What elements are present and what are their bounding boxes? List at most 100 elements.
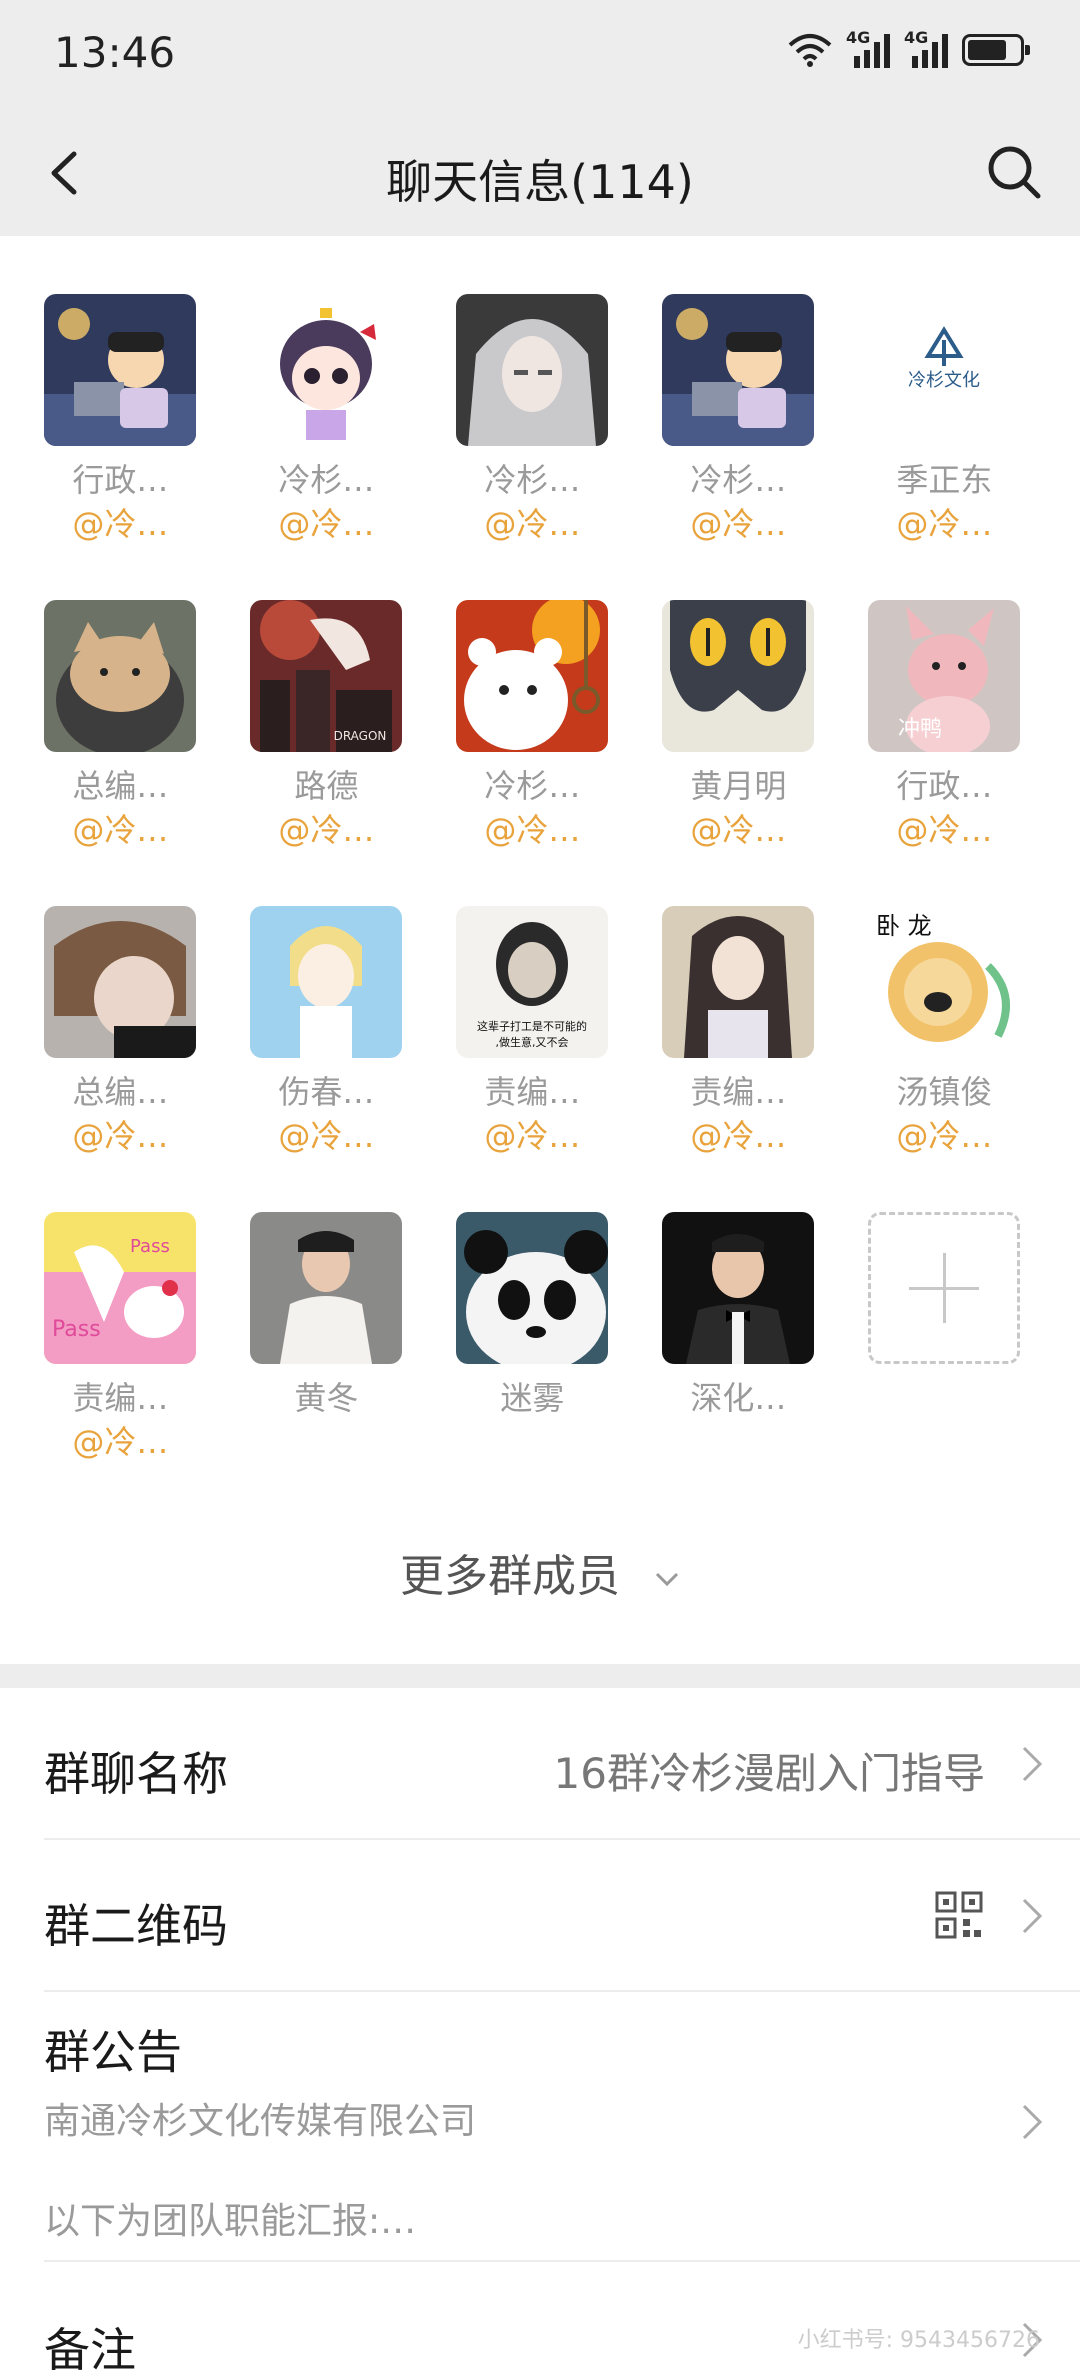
nav-bar: 聊天信息(114) <box>0 110 1080 236</box>
member-name: 深化… <box>690 1378 787 1417</box>
cellular-signal-icon-2: 4G <box>904 28 948 68</box>
member-avatar <box>662 905 815 1058</box>
member-name: 汤镇俊 <box>896 1072 993 1111</box>
section-separator <box>0 1664 1080 1688</box>
member-avatar <box>456 1211 609 1364</box>
member-avatar: 这辈子打工是不可能的 ,做生意,又不会 <box>456 905 609 1058</box>
member-role: @冷… <box>690 1116 787 1155</box>
member-item[interactable]: DRAGON 路德 @冷… <box>226 599 426 850</box>
member-role: @冷… <box>484 1116 581 1155</box>
member-avatar <box>456 599 609 752</box>
remark-row[interactable]: 备注 <box>0 2262 1080 2377</box>
member-avatar <box>250 293 403 446</box>
member-role: @冷… <box>278 504 375 543</box>
group-qr-row[interactable]: 群二维码 <box>0 1840 1080 1990</box>
member-name: 行政… <box>896 766 993 805</box>
member-item[interactable]: 责编… @冷… <box>638 905 838 1156</box>
member-role: @冷… <box>72 810 169 849</box>
member-role: @冷… <box>278 810 375 849</box>
page-title: 聊天信息(114) <box>386 155 694 209</box>
add-member-button[interactable] <box>844 1211 1044 1364</box>
member-avatar <box>250 905 403 1058</box>
member-name: 冷杉… <box>278 460 375 499</box>
member-name: 季正东 <box>896 460 993 499</box>
member-role: @冷… <box>72 1422 169 1461</box>
member-role: @冷… <box>484 504 581 543</box>
status-bar: 13:46 4G 4G <box>0 0 1080 110</box>
member-name: 冷杉… <box>484 460 581 499</box>
member-role: @冷… <box>278 1116 375 1155</box>
member-role: @冷… <box>484 810 581 849</box>
member-item[interactable]: 冷杉… @冷… <box>432 293 632 544</box>
member-item[interactable]: 伤春… @冷… <box>226 905 426 1156</box>
member-name: 黄月明 <box>690 766 787 805</box>
member-avatar <box>44 293 197 446</box>
group-name-row[interactable]: 群聊名称 16群冷杉漫剧入门指导 <box>0 1688 1080 1838</box>
member-avatar <box>662 1211 815 1364</box>
member-role: @冷… <box>72 1116 169 1155</box>
member-name: 总编… <box>72 1072 169 1111</box>
member-item[interactable]: 黄冬 <box>226 1211 426 1418</box>
group-notice-row[interactable]: 群公告 南通冷杉文化传媒有限公司 以下为团队职能汇报:… <box>0 1992 1080 2260</box>
member-name: 冷杉… <box>690 460 787 499</box>
svg-text:这辈子打工是不可能的: 这辈子打工是不可能的 <box>477 1019 587 1033</box>
chevron-right-icon <box>1022 1898 1043 1934</box>
member-role: @冷… <box>690 504 787 543</box>
watermark: 小红书号: 9543456726 <box>797 2328 1040 2353</box>
member-name: 冷杉… <box>484 766 581 805</box>
more-members-button[interactable]: 更多群成员 <box>0 1540 1080 1604</box>
member-item[interactable]: 冲鸭行政… @冷… <box>844 599 1044 850</box>
member-name: 责编… <box>484 1072 581 1111</box>
member-name: 伤春… <box>278 1072 375 1111</box>
member-item[interactable]: 这辈子打工是不可能的 ,做生意,又不会责编… @冷… <box>432 905 632 1156</box>
cellular-signal-icon-1: 4G <box>846 28 890 68</box>
member-item[interactable]: 总编… @冷… <box>20 905 220 1156</box>
chevron-down-icon <box>655 1572 679 1587</box>
member-role: @冷… <box>896 1116 993 1155</box>
battery-icon <box>962 34 1030 66</box>
member-avatar: 冲鸭 <box>868 599 1021 752</box>
group-notice-line1: 南通冷杉文化传媒有限公司 <box>44 2101 477 2142</box>
member-item[interactable]: 冷杉… @冷… <box>432 599 632 850</box>
member-item[interactable]: 迷雾 <box>432 1211 632 1418</box>
member-item[interactable]: 总编… @冷… <box>20 599 220 850</box>
member-avatar <box>44 905 197 1058</box>
member-avatar <box>456 293 609 446</box>
group-name-label: 群聊名称 <box>44 1747 228 1801</box>
status-time: 13:46 <box>54 28 176 77</box>
member-avatar <box>44 599 197 752</box>
member-avatar <box>662 599 815 752</box>
member-item[interactable]: 卧 龙汤镇俊 @冷… <box>844 905 1044 1156</box>
member-name: 迷雾 <box>500 1378 565 1417</box>
svg-text:DRAGON: DRAGON <box>334 729 387 743</box>
search-icon[interactable] <box>980 138 1050 208</box>
member-role: @冷… <box>896 504 993 543</box>
member-name: 行政… <box>72 460 169 499</box>
member-name: 总编… <box>72 766 169 805</box>
group-notice-line2: 以下为团队职能汇报:… <box>44 2201 417 2242</box>
more-members-label: 更多群成员 <box>400 1551 620 1602</box>
member-item[interactable]: Pass Pass 责编… @冷… <box>20 1211 220 1462</box>
group-notice-label: 群公告 <box>44 2025 182 2079</box>
group-qr-label: 群二维码 <box>44 1899 228 1953</box>
member-avatar: 卧 龙 <box>868 905 1021 1058</box>
member-role: @冷… <box>690 810 787 849</box>
member-item[interactable]: 黄月明 @冷… <box>638 599 838 850</box>
group-name-value: 16群冷杉漫剧入门指导 <box>553 1749 985 1798</box>
svg-text:Pass: Pass <box>130 1236 170 1257</box>
member-item[interactable]: 冷杉文化季正东 @冷… <box>844 293 1044 544</box>
svg-text:冷杉文化: 冷杉文化 <box>908 370 980 391</box>
svg-text:,做生意,又不会: ,做生意,又不会 <box>496 1035 569 1049</box>
member-role: @冷… <box>896 810 993 849</box>
member-item[interactable]: 冷杉… @冷… <box>226 293 426 544</box>
chevron-right-icon <box>1022 2104 1043 2140</box>
member-item[interactable]: 行政… @冷… <box>20 293 220 544</box>
member-avatar: 冷杉文化 <box>868 293 1021 446</box>
wifi-icon <box>788 34 832 67</box>
member-avatar <box>662 293 815 446</box>
chevron-right-icon <box>1022 1746 1043 1782</box>
member-item[interactable]: 冷杉… @冷… <box>638 293 838 544</box>
qr-code-icon <box>935 1891 983 1939</box>
member-name: 责编… <box>690 1072 787 1111</box>
member-item[interactable]: 深化… <box>638 1211 838 1418</box>
